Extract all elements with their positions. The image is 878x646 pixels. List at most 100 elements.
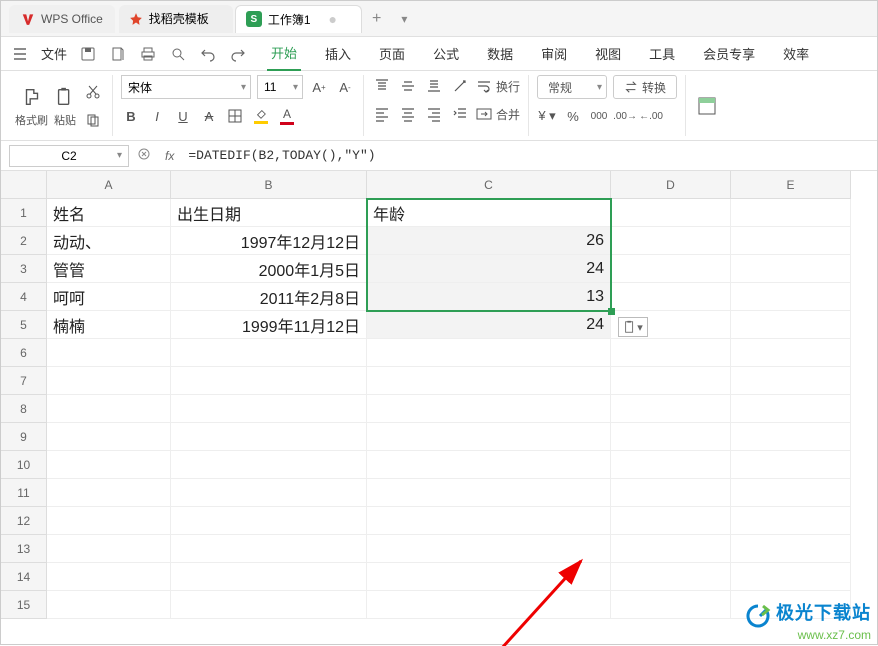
cell[interactable]: 楠楠 bbox=[47, 311, 171, 339]
cell[interactable]: 26 bbox=[367, 227, 611, 255]
menu-tab-0[interactable]: 开始 bbox=[267, 37, 301, 71]
cell[interactable]: 呵呵 bbox=[47, 283, 171, 311]
cell[interactable] bbox=[171, 591, 367, 619]
cell[interactable] bbox=[611, 451, 731, 479]
row-header[interactable]: 4 bbox=[1, 283, 47, 311]
cell[interactable] bbox=[47, 423, 171, 451]
cell[interactable]: 24 bbox=[367, 311, 611, 339]
cell[interactable] bbox=[611, 479, 731, 507]
underline-button[interactable]: U bbox=[173, 105, 193, 127]
select-all-corner[interactable] bbox=[1, 171, 47, 199]
cell[interactable] bbox=[171, 479, 367, 507]
menu-tab-2[interactable]: 页面 bbox=[375, 37, 409, 71]
align-top-button[interactable] bbox=[372, 75, 392, 97]
cell[interactable] bbox=[367, 423, 611, 451]
row-header[interactable]: 13 bbox=[1, 535, 47, 563]
cell[interactable] bbox=[171, 423, 367, 451]
cell[interactable] bbox=[171, 339, 367, 367]
selection-fill-handle[interactable] bbox=[608, 308, 615, 315]
formula-input[interactable]: =DATEDIF(B2,TODAY(),"Y") bbox=[182, 145, 869, 167]
orientation-button[interactable] bbox=[450, 75, 470, 97]
cell[interactable] bbox=[367, 507, 611, 535]
cell[interactable]: 13 bbox=[367, 283, 611, 311]
tab-overflow-button[interactable]: ▾ bbox=[391, 12, 417, 26]
cell[interactable] bbox=[731, 311, 851, 339]
increase-decimal-button[interactable]: .00→ bbox=[615, 105, 635, 127]
menu-tab-9[interactable]: 效率 bbox=[779, 37, 813, 71]
cell[interactable] bbox=[731, 255, 851, 283]
increase-font-button[interactable]: A+ bbox=[309, 76, 329, 98]
cell[interactable] bbox=[731, 227, 851, 255]
cell[interactable] bbox=[611, 563, 731, 591]
fill-color-button[interactable] bbox=[251, 105, 271, 127]
cell[interactable] bbox=[171, 563, 367, 591]
tab-workbook[interactable]: S 工作簿1 ● bbox=[235, 5, 362, 33]
cell[interactable] bbox=[47, 563, 171, 591]
font-name-select[interactable]: 宋体 bbox=[121, 75, 251, 99]
cell[interactable] bbox=[731, 367, 851, 395]
cell[interactable] bbox=[171, 395, 367, 423]
add-tab-button[interactable]: + bbox=[362, 10, 391, 28]
cell[interactable]: 1997年12月12日 bbox=[171, 227, 367, 255]
decrease-decimal-button[interactable]: ←.00 bbox=[641, 105, 661, 127]
row-header[interactable]: 3 bbox=[1, 255, 47, 283]
print-preview-icon[interactable] bbox=[169, 45, 187, 63]
cell[interactable] bbox=[47, 479, 171, 507]
cell[interactable] bbox=[731, 395, 851, 423]
cell[interactable] bbox=[367, 591, 611, 619]
cell[interactable] bbox=[171, 535, 367, 563]
align-right-button[interactable] bbox=[424, 103, 444, 125]
cell[interactable]: 年龄 bbox=[367, 199, 611, 227]
cut-button[interactable] bbox=[82, 81, 104, 103]
paste-options-button[interactable]: ▾ bbox=[618, 317, 648, 337]
italic-button[interactable]: I bbox=[147, 105, 167, 127]
cell[interactable] bbox=[367, 479, 611, 507]
cell[interactable] bbox=[611, 395, 731, 423]
menu-tab-7[interactable]: 工具 bbox=[645, 37, 679, 71]
cell[interactable] bbox=[731, 339, 851, 367]
currency-button[interactable]: ¥ ▾ bbox=[537, 105, 557, 127]
cell[interactable] bbox=[611, 227, 731, 255]
font-size-select[interactable]: 11 bbox=[257, 75, 303, 99]
cell[interactable] bbox=[611, 199, 731, 227]
cell[interactable]: 姓名 bbox=[47, 199, 171, 227]
percent-button[interactable]: % bbox=[563, 105, 583, 127]
merge-button[interactable]: 合并 bbox=[476, 106, 520, 123]
row-header[interactable]: 14 bbox=[1, 563, 47, 591]
cell[interactable] bbox=[611, 339, 731, 367]
cell[interactable] bbox=[731, 479, 851, 507]
cell-styles-button[interactable] bbox=[694, 93, 720, 119]
cell[interactable] bbox=[47, 507, 171, 535]
cell[interactable] bbox=[47, 535, 171, 563]
cell[interactable] bbox=[611, 423, 731, 451]
column-header[interactable]: A bbox=[47, 171, 171, 199]
row-header[interactable]: 9 bbox=[1, 423, 47, 451]
cancel-formula-icon[interactable] bbox=[137, 147, 151, 164]
cell[interactable] bbox=[47, 367, 171, 395]
menu-tab-5[interactable]: 审阅 bbox=[537, 37, 571, 71]
decrease-font-button[interactable]: A- bbox=[335, 76, 355, 98]
cell[interactable] bbox=[731, 199, 851, 227]
wrap-text-button[interactable]: 换行 bbox=[476, 78, 520, 95]
bold-button[interactable]: B bbox=[121, 105, 141, 127]
convert-button[interactable]: 转换 bbox=[613, 75, 677, 99]
paste-button[interactable] bbox=[52, 84, 78, 110]
cell[interactable] bbox=[611, 367, 731, 395]
cell[interactable]: 出生日期 bbox=[171, 199, 367, 227]
column-header[interactable]: E bbox=[731, 171, 851, 199]
name-box[interactable]: C2 ▾ bbox=[9, 145, 129, 167]
cell[interactable] bbox=[731, 423, 851, 451]
cell[interactable]: 2011年2月8日 bbox=[171, 283, 367, 311]
cell[interactable] bbox=[171, 367, 367, 395]
cell[interactable] bbox=[611, 591, 731, 619]
column-header[interactable]: B bbox=[171, 171, 367, 199]
cell[interactable]: 1999年11月12日 bbox=[171, 311, 367, 339]
file-menu[interactable]: 文件 bbox=[41, 44, 67, 63]
save-icon[interactable] bbox=[79, 45, 97, 63]
row-header[interactable]: 1 bbox=[1, 199, 47, 227]
menu-tab-4[interactable]: 数据 bbox=[483, 37, 517, 71]
menu-tab-8[interactable]: 会员专享 bbox=[699, 37, 759, 71]
cell[interactable] bbox=[611, 535, 731, 563]
row-header[interactable]: 7 bbox=[1, 367, 47, 395]
row-header[interactable]: 11 bbox=[1, 479, 47, 507]
